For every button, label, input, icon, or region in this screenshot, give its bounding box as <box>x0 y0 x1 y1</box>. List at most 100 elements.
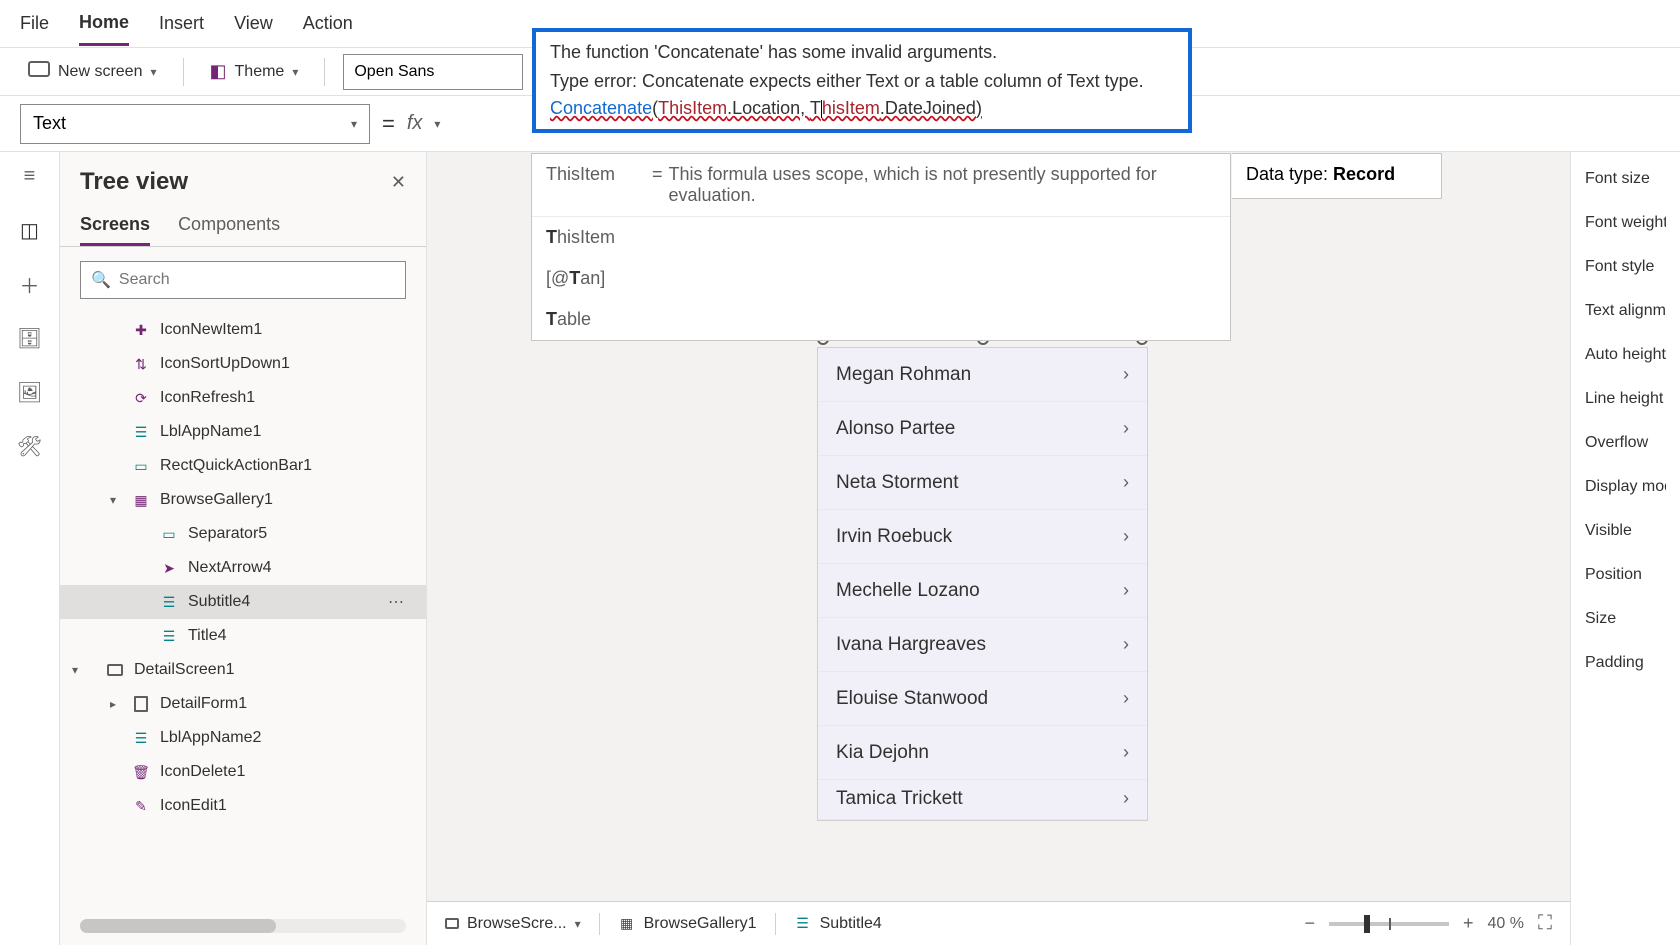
intellisense-panel: ThisItem = This formula uses scope, whic… <box>531 153 1231 341</box>
tree-node-label-appname2[interactable]: ☰LblAppName2 <box>60 721 426 755</box>
screen-icon <box>106 661 124 679</box>
chevron-right-icon[interactable]: › <box>1123 688 1129 709</box>
formula-function: Concatenate <box>550 98 652 118</box>
tree-node-icon-delete[interactable]: 🗑IconDelete1 <box>60 755 426 789</box>
add-icon[interactable]: ＋ <box>18 272 42 296</box>
chevron-right-icon[interactable]: ▸ <box>110 697 116 711</box>
menu-file[interactable]: File <box>20 3 49 44</box>
menu-insert[interactable]: Insert <box>159 3 204 44</box>
intellisense-suggestion[interactable]: ThisItem <box>532 217 1230 258</box>
data-type-panel: Data type: Record <box>1232 153 1442 199</box>
tree-node-browse-gallery[interactable]: ▾▦BrowseGallery1 <box>60 483 426 517</box>
tree-node-detail-form[interactable]: ▸DetailForm1 <box>60 687 426 721</box>
breadcrumb-screen[interactable]: BrowseScre...▾ <box>445 915 581 933</box>
gallery-title: Tamica Trickett <box>836 788 963 810</box>
tree-search[interactable]: 🔍 <box>80 261 406 299</box>
zoom-in-button[interactable]: + <box>1463 913 1474 934</box>
property-dropdown[interactable]: Text ▾ <box>20 104 370 144</box>
tree-node-subtitle[interactable]: ☰Subtitle4⋯ <box>60 585 426 619</box>
tree-node-icon-edit[interactable]: ✎IconEdit1 <box>60 789 426 823</box>
intellisense-suggestion[interactable]: Table <box>532 299 1230 340</box>
prop-font-size[interactable]: Font size <box>1585 170 1666 188</box>
tree-node-icon-sort[interactable]: ⇅IconSortUpDown1 <box>60 347 426 381</box>
prop-line-height[interactable]: Line height <box>1585 390 1666 408</box>
gallery-row[interactable]: Megan Rohman› <box>818 348 1147 402</box>
tree-node-label: NextArrow4 <box>188 559 272 577</box>
tree-node-label-appname[interactable]: ☰LblAppName1 <box>60 415 426 449</box>
prop-size[interactable]: Size <box>1585 610 1666 628</box>
tree-node-icon-refresh[interactable]: ⟳IconRefresh1 <box>60 381 426 415</box>
breadcrumb-control[interactable]: ☰Subtitle4 <box>794 915 882 933</box>
tree-list: ✚IconNewItem1 ⇅IconSortUpDown1 ⟳IconRefr… <box>60 313 426 913</box>
tab-components[interactable]: Components <box>178 206 280 246</box>
data-icon[interactable]: 🗄 <box>18 326 42 350</box>
error-message-detail: Type error: Concatenate expects either T… <box>550 71 1174 92</box>
prop-auto-height[interactable]: Auto height <box>1585 346 1666 364</box>
zoom-out-button[interactable]: − <box>1304 913 1315 934</box>
menu-view[interactable]: View <box>234 3 273 44</box>
gallery-row[interactable]: Kia Dejohn› <box>818 726 1147 780</box>
close-icon[interactable]: ✕ <box>391 172 406 193</box>
theme-button[interactable]: ◧ Theme ▾ <box>202 55 307 88</box>
tree-node-title[interactable]: ☰Title4 <box>60 619 426 653</box>
gallery-row[interactable]: Elouise Stanwood› <box>818 672 1147 726</box>
prop-visible[interactable]: Visible <box>1585 522 1666 540</box>
chevron-right-icon[interactable]: › <box>1123 526 1129 547</box>
scrollbar-thumb[interactable] <box>80 919 276 933</box>
gallery-row[interactable]: Tamica Trickett › <box>818 780 1147 820</box>
chevron-right-icon[interactable]: › <box>1123 742 1129 763</box>
new-screen-button[interactable]: New screen ▾ <box>20 55 165 88</box>
gallery-row[interactable]: Mechelle Lozano › <box>818 564 1147 618</box>
control-icon: ⟳ <box>132 389 150 407</box>
chevron-right-icon[interactable]: › <box>1123 634 1129 655</box>
gallery-row[interactable]: Neta Storment › <box>818 456 1147 510</box>
fit-to-screen-icon[interactable]: ⛶ <box>1538 912 1552 935</box>
chevron-right-icon[interactable]: › <box>1123 472 1129 493</box>
label-icon: ☰ <box>794 915 812 933</box>
breadcrumb-gallery[interactable]: ▦BrowseGallery1 <box>618 915 757 933</box>
chevron-down-icon[interactable]: ▾ <box>110 493 116 507</box>
prop-position[interactable]: Position <box>1585 566 1666 584</box>
more-icon[interactable]: ⋯ <box>388 592 406 612</box>
prop-padding[interactable]: Padding <box>1585 654 1666 672</box>
menu-home[interactable]: Home <box>79 2 129 46</box>
tree-node-separator[interactable]: ▭Separator5 <box>60 517 426 551</box>
prop-overflow[interactable]: Overflow <box>1585 434 1666 452</box>
gallery-title: Mechelle Lozano <box>836 580 980 602</box>
tab-screens[interactable]: Screens <box>80 206 150 246</box>
tree-node-next-arrow[interactable]: ➤NextArrow4 <box>60 551 426 585</box>
tree-view-icon[interactable]: ◫ <box>18 218 42 242</box>
rect-icon: ▭ <box>160 525 178 543</box>
font-select[interactable]: Open Sans <box>343 54 523 90</box>
prop-display-mode[interactable]: Display mod <box>1585 478 1666 496</box>
chevron-right-icon[interactable]: › <box>1123 788 1129 809</box>
gallery-row[interactable]: Irvin Roebuck› <box>818 510 1147 564</box>
browse-gallery[interactable]: Megan Rohman› Alonso Partee› Neta Storme… <box>817 347 1148 821</box>
prop-text-align[interactable]: Text alignme <box>1585 302 1666 320</box>
chevron-down-icon[interactable]: ▾ <box>72 663 78 677</box>
prop-font-weight[interactable]: Font weight <box>1585 214 1666 232</box>
hamburger-icon[interactable]: ≡ <box>18 164 42 188</box>
intellisense-suggestion[interactable]: [@Tan] <box>532 258 1230 299</box>
prop-font-style[interactable]: Font style <box>1585 258 1666 276</box>
chevron-right-icon[interactable]: › <box>1123 364 1129 385</box>
tree-node-label: IconNewItem1 <box>160 321 262 339</box>
tree-node-detail-screen[interactable]: ▾DetailScreen1 <box>60 653 426 687</box>
tree-node-rect[interactable]: ▭RectQuickActionBar1 <box>60 449 426 483</box>
menu-action[interactable]: Action <box>303 3 353 44</box>
chevron-right-icon[interactable]: › <box>1123 418 1129 439</box>
fx-icon[interactable]: fx <box>407 112 423 135</box>
media-icon[interactable]: 🖼 <box>18 380 42 404</box>
label-icon: ☰ <box>160 627 178 645</box>
zoom-slider-thumb[interactable] <box>1364 915 1370 933</box>
horizontal-scrollbar[interactable] <box>80 919 406 933</box>
chevron-right-icon[interactable]: › <box>1123 580 1129 601</box>
zoom-slider[interactable] <box>1329 922 1449 926</box>
advanced-tools-icon[interactable]: 🛠 <box>18 434 42 458</box>
gallery-row[interactable]: Alonso Partee› <box>818 402 1147 456</box>
formula-input[interactable]: Concatenate(ThisItem.Location, ThisItem.… <box>550 98 1174 119</box>
gallery-row[interactable]: Ivana Hargreaves› <box>818 618 1147 672</box>
gallery-title: Neta Storment <box>836 472 959 494</box>
tree-node-icon-new-item[interactable]: ✚IconNewItem1 <box>60 313 426 347</box>
search-input[interactable] <box>119 271 395 289</box>
